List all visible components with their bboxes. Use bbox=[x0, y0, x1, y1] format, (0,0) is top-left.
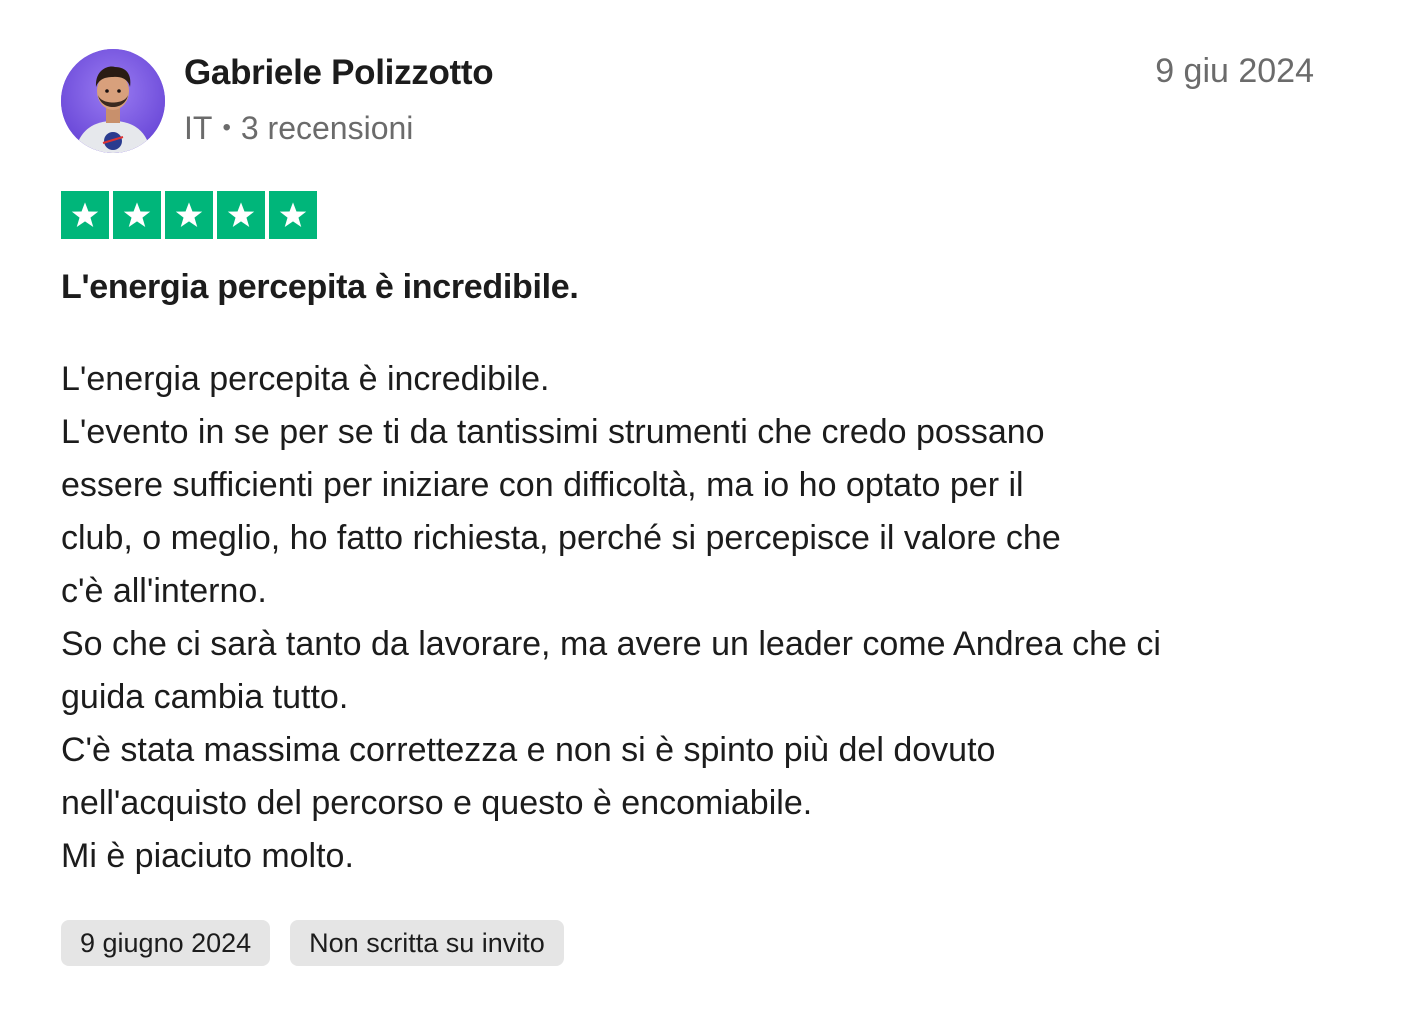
review-body-line: essere sufficienti per iniziare con diff… bbox=[61, 466, 1024, 504]
star-icon bbox=[217, 191, 265, 239]
reviewer-country: IT bbox=[184, 110, 213, 146]
review-body-line: C'è stata massima correttezza e non si è… bbox=[61, 731, 996, 769]
reviewer-meta: IT • 3 recensioni bbox=[184, 110, 413, 147]
reviewer-reviews-count[interactable]: 3 recensioni bbox=[241, 110, 414, 146]
review-date: 9 giu 2024 bbox=[1155, 52, 1314, 90]
meta-separator: • bbox=[222, 114, 231, 141]
review-body-line: Mi è piaciuto molto. bbox=[61, 837, 354, 875]
star-icon bbox=[61, 191, 109, 239]
review-body-line: L'evento in se per se ti da tantissimi s… bbox=[61, 413, 1045, 451]
reviewer-avatar[interactable] bbox=[61, 49, 165, 153]
review-body-line: So che ci sarà tanto da lavorare, ma ave… bbox=[61, 625, 1161, 663]
experience-date-badge: 9 giugno 2024 bbox=[61, 920, 271, 966]
review-body-line: L'energia percepita è incredibile. bbox=[61, 360, 550, 398]
review-body-line: guida cambia tutto. bbox=[61, 678, 349, 716]
star-rating bbox=[61, 191, 317, 239]
review-card: Gabriele Polizzotto IT • 3 recensioni 9 gi… bbox=[0, 0, 1405, 1024]
review-tags: 9 giugno 2024 Non scritta su invito bbox=[61, 920, 564, 966]
review-body: L'energia percepita è incredibile. L'eve… bbox=[61, 353, 1331, 883]
star-icon bbox=[165, 191, 213, 239]
unprompted-review-badge[interactable]: Non scritta su invito bbox=[290, 920, 564, 966]
review-body-line: c'è all'interno. bbox=[61, 572, 267, 610]
avatar-photo-icon bbox=[61, 49, 165, 153]
review-body-line: club, o meglio, ho fatto richiesta, perc… bbox=[61, 519, 1061, 557]
star-icon bbox=[113, 191, 161, 239]
star-icon bbox=[269, 191, 317, 239]
review-body-line: nell'acquisto del percorso e questo è en… bbox=[61, 784, 813, 822]
review-title[interactable]: L'energia percepita è incredibile. bbox=[61, 268, 579, 307]
reviewer-name[interactable]: Gabriele Polizzotto bbox=[184, 53, 494, 93]
